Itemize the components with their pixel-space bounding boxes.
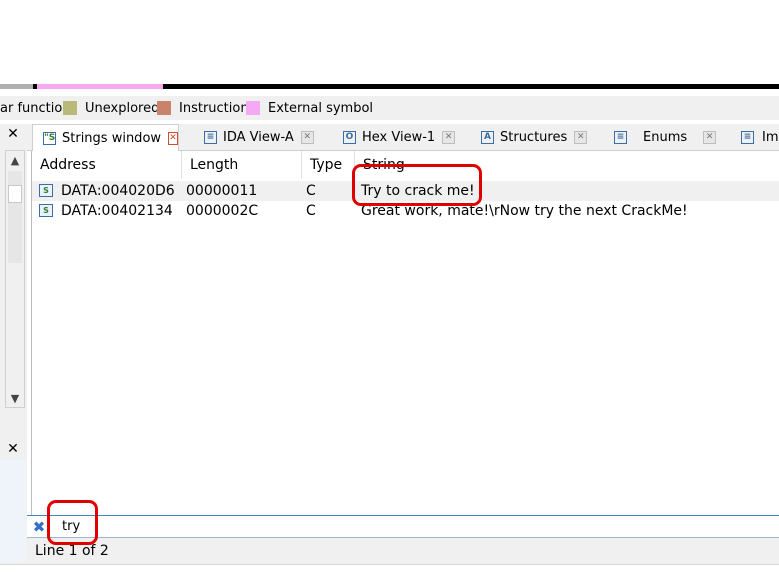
tab-structures[interactable]: A Structures ✕ <box>471 124 601 150</box>
legend-label: Unexplored <box>85 100 160 116</box>
left-dock-panel: ✕ ▲ ▼ ✕ <box>0 124 27 564</box>
imports-icon: ≡ <box>741 130 754 144</box>
cell-type: C <box>306 203 316 219</box>
cell-string: Great work, mate!\rNow try the next Crac… <box>361 203 688 219</box>
strings-icon: "S <box>43 131 56 145</box>
legend-label: External symbol <box>268 100 374 116</box>
table-row[interactable]: S DATA:004020D6 00000011 C Try to crack … <box>32 181 779 201</box>
tab-label: Structures <box>500 129 568 145</box>
tab-label: Hex View-1 <box>362 129 436 145</box>
tab-label: Strings window <box>62 130 162 146</box>
legend-item-function: ar function <box>0 100 71 116</box>
legend-swatch <box>246 101 260 115</box>
legend-item-external-symbol: External symbol <box>246 100 373 116</box>
cell-length: 00000011 <box>186 183 258 199</box>
legend-swatch <box>157 101 171 115</box>
left-lower-panel <box>0 460 26 562</box>
cell-length: 0000002C <box>186 203 259 219</box>
string-row-icon: S <box>39 204 53 217</box>
navband-segment-external <box>37 84 163 89</box>
legend-item-instruction: Instruction <box>157 100 249 116</box>
tab-imports[interactable]: ≡ Im <box>731 124 779 150</box>
enums-icon: ≡ <box>614 130 627 144</box>
close-icon[interactable]: ✕ <box>442 130 456 144</box>
column-header-length[interactable]: Length <box>182 151 302 179</box>
legend-swatch <box>63 101 77 115</box>
tab-hex-view-1[interactable]: O Hex View-1 ✕ <box>333 124 465 150</box>
table-row[interactable]: S DATA:00402134 0000002C C Great work, m… <box>32 201 779 221</box>
close-icon[interactable]: ✕ <box>300 130 314 144</box>
filter-input[interactable] <box>57 517 762 536</box>
tab-strings-window[interactable]: "S Strings window ✕ <box>32 124 179 151</box>
tab-bar: "S Strings window ✕ ≡ IDA View-A ✕ O Hex… <box>27 124 779 151</box>
column-header-address[interactable]: Address <box>32 151 182 179</box>
legend-item-unexplored: Unexplored <box>63 100 159 116</box>
hex-view-icon: O <box>343 130 356 144</box>
close-icon[interactable]: ✕ <box>0 439 26 459</box>
navigation-band[interactable] <box>0 84 779 89</box>
tab-label: Im <box>762 129 779 145</box>
clear-filter-icon[interactable]: ✖ <box>31 518 47 536</box>
legend-label: Instruction <box>179 100 249 116</box>
filter-bar: ✖ <box>27 515 779 538</box>
scroll-down-icon[interactable]: ▼ <box>6 389 24 407</box>
close-icon[interactable]: ✕ <box>703 130 717 144</box>
close-icon[interactable]: ✕ <box>168 131 178 145</box>
ida-view-icon: ≡ <box>204 130 217 144</box>
tab-enums[interactable]: ≡ Enums ✕ <box>604 124 734 150</box>
string-row-icon: S <box>39 184 53 197</box>
navband-segment-unexplored <box>0 84 33 89</box>
tab-label: IDA View-A <box>223 129 294 145</box>
close-icon[interactable]: ✕ <box>0 124 26 144</box>
scroll-up-icon[interactable]: ▲ <box>6 151 24 169</box>
cell-string: Try to crack me! <box>361 183 475 199</box>
cell-type: C <box>306 183 316 199</box>
tab-label: Enums <box>643 129 688 145</box>
column-header-type[interactable]: Type <box>302 151 355 179</box>
scrollbar-thumb[interactable] <box>8 185 22 203</box>
color-legend: ar function Unexplored Instruction Exter… <box>0 96 779 120</box>
legend-label: ar function <box>0 100 71 116</box>
status-bar: Line 1 of 2 <box>27 538 779 564</box>
vertical-scrollbar[interactable]: ▲ ▼ <box>5 150 25 408</box>
column-header-string[interactable]: String <box>355 151 779 179</box>
cell-address: DATA:00402134 <box>61 203 173 219</box>
strings-table: Address Length Type String S DATA:004020… <box>31 151 779 515</box>
cell-address: DATA:004020D6 <box>61 183 175 199</box>
status-text: Line 1 of 2 <box>35 543 109 559</box>
tab-ida-view-a[interactable]: ≡ IDA View-A ✕ <box>194 124 326 150</box>
close-icon[interactable]: ✕ <box>574 130 588 144</box>
structures-icon: A <box>481 130 494 144</box>
